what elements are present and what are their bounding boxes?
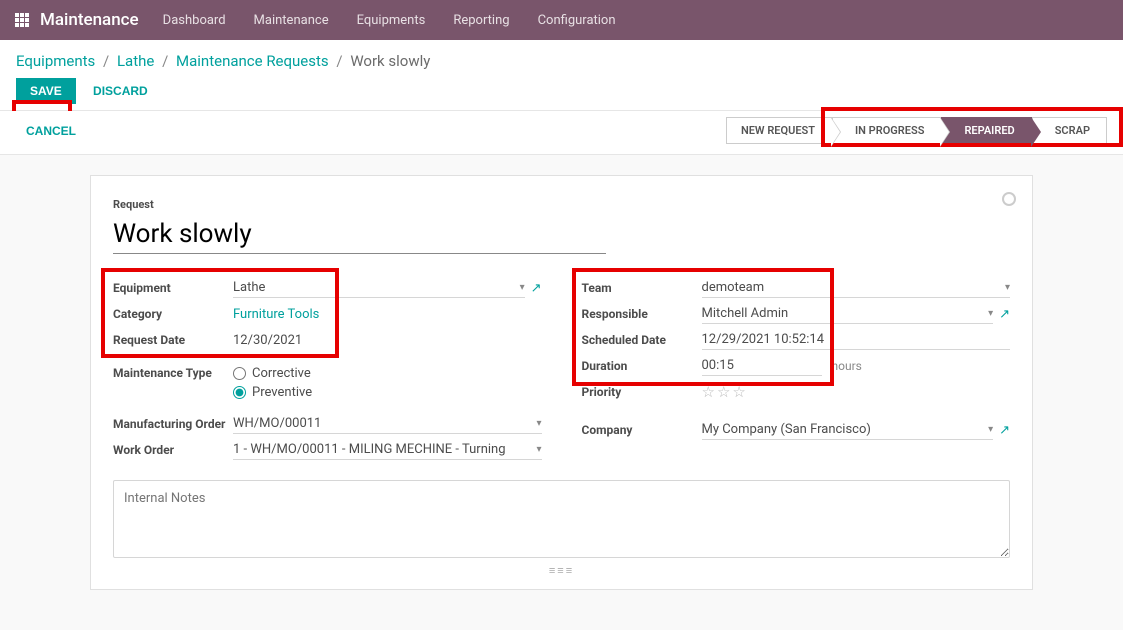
priority-label: Priority [582,385,702,399]
priority-star-3[interactable]: ☆ [732,383,745,401]
app-title[interactable]: Maintenance [40,10,139,30]
left-column: Equipment Lathe ▾ ↗ Category Furniture T… [113,276,542,464]
resize-gripper-icon[interactable]: ≡≡≡ [113,564,1010,577]
external-link-icon[interactable]: ↗ [999,307,1010,322]
priority-stars: ☆ ☆ ☆ [702,381,1011,403]
responsible-field[interactable]: Mitchell Admin ▾ [702,304,994,324]
sheet-wrap: Request Equipment Lathe ▾ ↗ Category Fur… [0,175,1123,630]
priority-star-1[interactable]: ☆ [702,383,715,401]
maintenance-corrective-label[interactable]: Corrective [252,366,311,381]
nav-dashboard[interactable]: Dashboard [163,13,226,28]
responsible-label: Responsible [582,307,702,321]
subbar: Equipments / Lathe / Maintenance Request… [0,40,1123,111]
maintenance-corrective-radio[interactable] [233,367,246,380]
duration-field[interactable]: 00:15 [702,356,822,376]
status-new-request[interactable]: NEW REQUEST [726,117,832,144]
breadcrumb-lathe[interactable]: Lathe [117,52,154,70]
team-field[interactable]: demoteam ▾ [702,278,1011,298]
category-label: Category [113,307,233,321]
navbar: Maintenance Dashboard Maintenance Equipm… [0,0,1123,40]
apps-icon[interactable] [8,6,36,34]
breadcrumb: Equipments / Lathe / Maintenance Request… [16,52,1107,70]
maintenance-preventive-radio[interactable] [233,386,246,399]
nav-maintenance[interactable]: Maintenance [254,13,329,28]
status-repaired[interactable]: REPAIRED [941,117,1031,144]
wo-field[interactable]: 1 - WH/MO/00011 - MILING MECHINE - Turni… [233,440,542,460]
scheduled-date-field[interactable]: 12/29/2021 10:52:14 [702,330,1011,350]
mo-field[interactable]: WH/MO/00011 ▾ [233,414,542,434]
form-sheet: Request Equipment Lathe ▾ ↗ Category Fur… [90,175,1033,590]
save-button[interactable]: SAVE [16,78,76,104]
status-in-progress[interactable]: IN PROGRESS [832,117,941,144]
request-label: Request [113,198,1010,211]
chevron-down-icon: ▾ [1005,282,1010,293]
duration-label: Duration [582,359,702,373]
category-link[interactable]: Furniture Tools [233,305,542,324]
breadcrumb-requests[interactable]: Maintenance Requests [176,52,329,70]
company-field[interactable]: My Company (San Francisco) ▾ [702,420,994,440]
duration-unit: hours [832,359,862,373]
equipment-field[interactable]: Lathe ▾ [233,278,525,298]
maintenance-type-label: Maintenance Type [113,366,233,380]
internal-notes[interactable] [113,480,1010,558]
status-scrap[interactable]: SCRAP [1032,117,1107,144]
priority-star-2[interactable]: ☆ [717,383,730,401]
chevron-down-icon: ▾ [536,444,541,455]
chevron-down-icon: ▾ [536,418,541,429]
nav-reporting[interactable]: Reporting [453,13,509,28]
company-label: Company [582,423,702,437]
external-link-icon[interactable]: ↗ [531,281,542,296]
actions-row: CANCEL NEW REQUEST IN PROGRESS REPAIRED … [0,111,1123,155]
equipment-label: Equipment [113,281,233,295]
chevron-down-icon: ▾ [988,308,993,319]
team-label: Team [582,281,702,295]
request-date-value: 12/30/2021 [233,331,542,350]
breadcrumb-equipments[interactable]: Equipments [16,52,95,70]
wo-label: Work Order [113,443,233,457]
nav-configuration[interactable]: Configuration [538,13,616,28]
request-title-input[interactable] [113,217,606,254]
scheduled-date-label: Scheduled Date [582,333,702,347]
mo-label: Manufacturing Order [113,417,233,431]
discard-button[interactable]: DISCARD [93,84,148,98]
cancel-button[interactable]: CANCEL [26,124,76,138]
maintenance-preventive-label[interactable]: Preventive [252,385,312,400]
right-column: Team demoteam ▾ Responsible Mitchell Adm… [582,276,1011,464]
chevron-down-icon: ▾ [520,282,525,293]
external-link-icon[interactable]: ↗ [999,423,1010,438]
breadcrumb-current: Work slowly [350,52,430,70]
nav-equipments[interactable]: Equipments [357,13,426,28]
kanban-state-icon[interactable] [1002,192,1016,206]
chevron-down-icon: ▾ [988,424,993,435]
statusbar: NEW REQUEST IN PROGRESS REPAIRED SCRAP [726,117,1107,144]
request-date-label: Request Date [113,333,233,347]
